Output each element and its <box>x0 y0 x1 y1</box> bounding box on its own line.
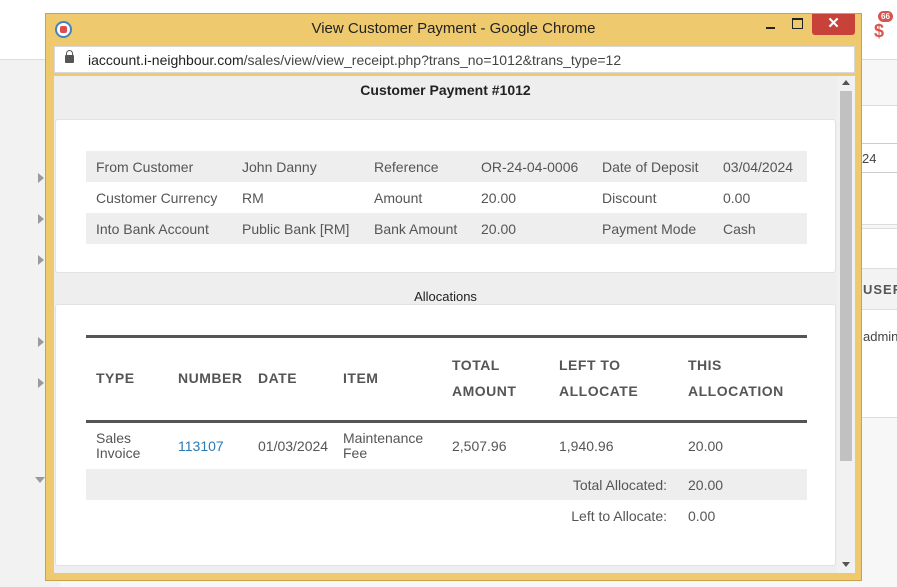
value-into-bank-account: Public Bank [RM] <box>232 213 364 244</box>
label-bank-amount: Bank Amount <box>364 213 471 244</box>
divider <box>86 335 807 338</box>
vertical-scrollbar[interactable] <box>837 76 855 573</box>
header-total-amount-line2: AMOUNT <box>452 383 517 399</box>
maximize-button[interactable] <box>786 14 808 35</box>
label-amount: Amount <box>374 189 423 206</box>
allocations-caption: Allocations <box>414 289 477 304</box>
page-title: Customer Payment #1012 <box>360 82 531 98</box>
label-customer-currency: Customer Currency <box>96 189 218 206</box>
header-type: TYPE <box>96 370 135 386</box>
cell-type-line2: Invoice <box>96 445 141 461</box>
allocations-card: TYPE NUMBER DATE ITEM TOTAL AMOUNT LEFT … <box>55 304 836 566</box>
header-date: DATE <box>258 370 298 386</box>
value-from-customer: John Danny <box>232 151 364 182</box>
cell-left-to-allocate: 1,940.96 <box>559 438 614 454</box>
payment-details-table: From Customer John Danny Reference OR-24… <box>86 151 807 244</box>
header-number: NUMBER <box>178 370 243 386</box>
label-into-bank-account: Into Bank Account <box>86 213 232 244</box>
url-path: /sales/view/view_receipt.php?trans_no=10… <box>243 52 622 68</box>
cell-item-line1: Maintenance <box>343 430 424 446</box>
cell-type-line1: Sales <box>96 430 132 446</box>
url-text: iaccount.i-neighbour.com/sales/view/view… <box>88 52 621 68</box>
value-date-of-deposit: 03/04/2024 <box>713 151 807 182</box>
collapse-arrow-icon[interactable] <box>35 477 45 483</box>
expand-arrow-icon[interactable] <box>38 337 44 347</box>
window-title: View Customer Payment - Google Chrome <box>311 20 596 37</box>
scroll-up-arrow-icon[interactable] <box>842 80 850 85</box>
expand-arrow-icon[interactable] <box>38 173 44 183</box>
expand-arrow-icon[interactable] <box>38 255 44 265</box>
divider <box>86 420 807 423</box>
value-customer-currency: RM <box>242 189 264 206</box>
header-item: ITEM <box>343 370 379 386</box>
header-left-to-allocate-line2: ALLOCATE <box>559 383 639 399</box>
lock-icon <box>65 50 74 63</box>
background-date-field[interactable]: 24 <box>857 143 897 173</box>
table-row: Customer Currency RM Amount 20.00 Discou… <box>86 182 807 213</box>
label-date-of-deposit: Date of Deposit <box>592 151 713 182</box>
table-row: Into Bank Account Public Bank [RM] Bank … <box>86 213 807 244</box>
total-allocated-label: Total Allocated: <box>572 477 667 493</box>
label-discount: Discount <box>602 189 657 206</box>
background-user-header: USER <box>857 268 897 310</box>
payment-details-card: From Customer John Danny Reference OR-24… <box>55 119 836 273</box>
value-payment-mode: Cash <box>713 213 807 244</box>
left-to-allocate-label: Left to Allocate: <box>571 508 667 524</box>
cell-total-amount: 2,507.96 <box>452 438 507 454</box>
cell-this-allocation: 20.00 <box>688 438 724 454</box>
total-allocated-value: 20.00 <box>688 477 724 493</box>
cell-item-line2: Fee <box>343 445 368 461</box>
background-user-cell: admin <box>863 329 897 344</box>
header-this-allocation-line1: THIS <box>688 357 722 373</box>
page-content: Customer Payment #1012 From Customer Joh… <box>54 76 855 573</box>
close-button[interactable]: ✕ <box>812 14 855 35</box>
label-reference: Reference <box>364 151 471 182</box>
popup-window: View Customer Payment - Google Chrome ✕ … <box>45 13 862 581</box>
value-amount: 20.00 <box>481 189 517 206</box>
scroll-down-arrow-icon[interactable] <box>842 562 850 567</box>
notification-bell[interactable]: 66 $ <box>872 11 894 41</box>
scroll-thumb[interactable] <box>840 91 852 461</box>
invoice-number-link[interactable]: 113107 <box>178 439 224 454</box>
cell-date: 01/03/2024 <box>258 438 329 454</box>
label-from-customer: From Customer <box>86 151 232 182</box>
window-titlebar[interactable]: View Customer Payment - Google Chrome ✕ <box>46 14 861 44</box>
expand-arrow-icon[interactable] <box>38 214 44 224</box>
value-bank-amount: 20.00 <box>471 213 592 244</box>
minimize-button[interactable] <box>760 14 782 35</box>
left-to-allocate-value: 0.00 <box>688 508 716 524</box>
table-row: From Customer John Danny Reference OR-24… <box>86 151 807 182</box>
address-bar[interactable]: iaccount.i-neighbour.com/sales/view/view… <box>54 46 855 73</box>
label-payment-mode: Payment Mode <box>592 213 713 244</box>
expand-arrow-icon[interactable] <box>38 378 44 388</box>
header-total-amount-line1: TOTAL <box>452 357 500 373</box>
notification-icon: $ <box>874 21 885 41</box>
header-this-allocation-line2: ALLOCATION <box>688 383 784 399</box>
value-reference: OR-24-04-0006 <box>471 151 592 182</box>
header-left-to-allocate-line1: LEFT TO <box>559 357 621 373</box>
url-host: iaccount.i-neighbour.com <box>88 52 244 68</box>
value-discount: 0.00 <box>723 189 751 206</box>
